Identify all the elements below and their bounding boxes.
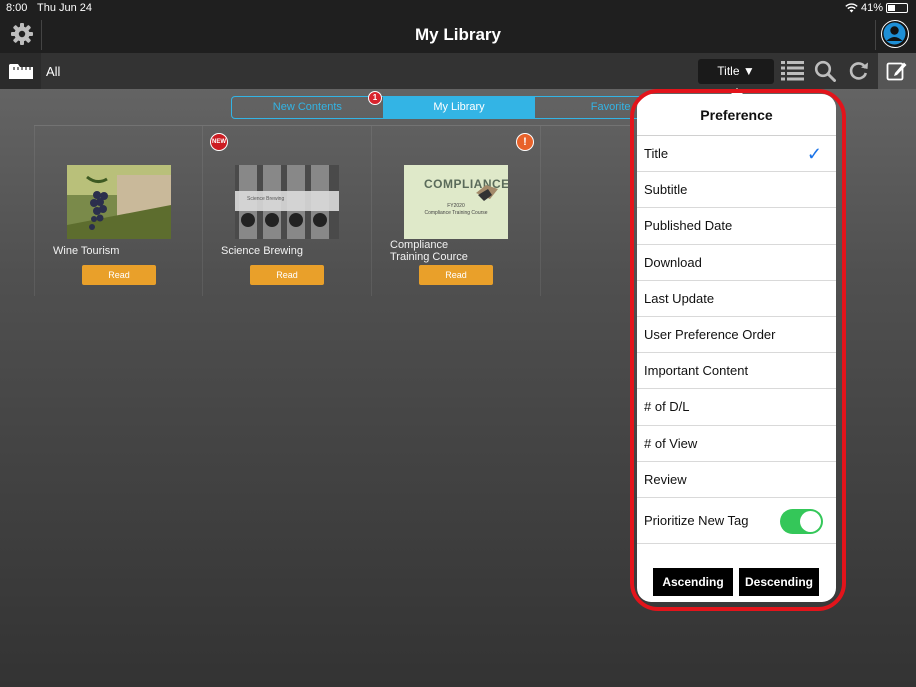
folder-icon[interactable]	[8, 62, 34, 80]
app-title: My Library	[415, 25, 501, 44]
refresh-icon[interactable]	[848, 60, 869, 81]
title-bar: My Library	[0, 16, 916, 53]
brewery-image	[235, 165, 339, 239]
book-title: Compliance Training Cource	[390, 239, 468, 263]
read-button[interactable]: Read	[82, 265, 156, 285]
highlight-ring	[630, 89, 846, 611]
cover-sub1: FY2020	[447, 203, 465, 209]
wifi-icon	[845, 3, 858, 13]
status-date: Thu Jun 24	[37, 2, 93, 14]
divider	[875, 20, 876, 50]
book-item[interactable]: ! COMPLIANCE FY2020 Compliance Training …	[372, 126, 541, 296]
library-tabs: New Contents My Library Favorite	[231, 96, 687, 119]
read-button[interactable]: Read	[419, 265, 493, 285]
avatar-button[interactable]	[881, 20, 909, 48]
new-badge: NEW	[210, 133, 228, 151]
cover-sub2: Compliance Training Course	[424, 210, 488, 216]
cover-text: Science Brewing	[247, 196, 285, 202]
toolbar: All Title ▼	[0, 53, 916, 89]
battery-percent: 41%	[860, 2, 883, 14]
book-cover	[67, 165, 171, 239]
grapes-image	[67, 165, 171, 239]
sort-button[interactable]: Title ▼	[698, 59, 774, 84]
folder-label[interactable]: All	[46, 64, 60, 79]
book-cover: Science Brewing	[235, 165, 339, 239]
warning-badge: !	[516, 133, 534, 151]
status-right: 41%	[845, 2, 908, 14]
read-button[interactable]: Read	[250, 265, 324, 285]
user-icon	[883, 22, 906, 45]
status-bar: 8:00 Thu Jun 24 41%	[0, 0, 916, 16]
list-icon[interactable]	[781, 60, 804, 81]
search-icon[interactable]	[814, 60, 836, 82]
status-time: 8:00	[6, 2, 28, 14]
book-title: Science Brewing	[221, 245, 303, 257]
battery-icon	[886, 3, 908, 13]
tab-my-library[interactable]: My Library	[383, 97, 536, 118]
new-contents-badge: 1	[368, 91, 382, 105]
edit-icon	[886, 62, 907, 81]
book-item[interactable]: Wine Tourism Read	[34, 126, 203, 296]
book-title: Wine Tourism	[53, 245, 120, 257]
book-item[interactable]: NEW Science Brewing Science Brewing Read	[203, 126, 372, 296]
book-cover: COMPLIANCE FY2020 Compliance Training Co…	[404, 165, 508, 239]
handshake-image	[476, 185, 498, 201]
tab-new-contents[interactable]: New Contents	[232, 97, 384, 118]
edit-button[interactable]	[878, 53, 916, 89]
